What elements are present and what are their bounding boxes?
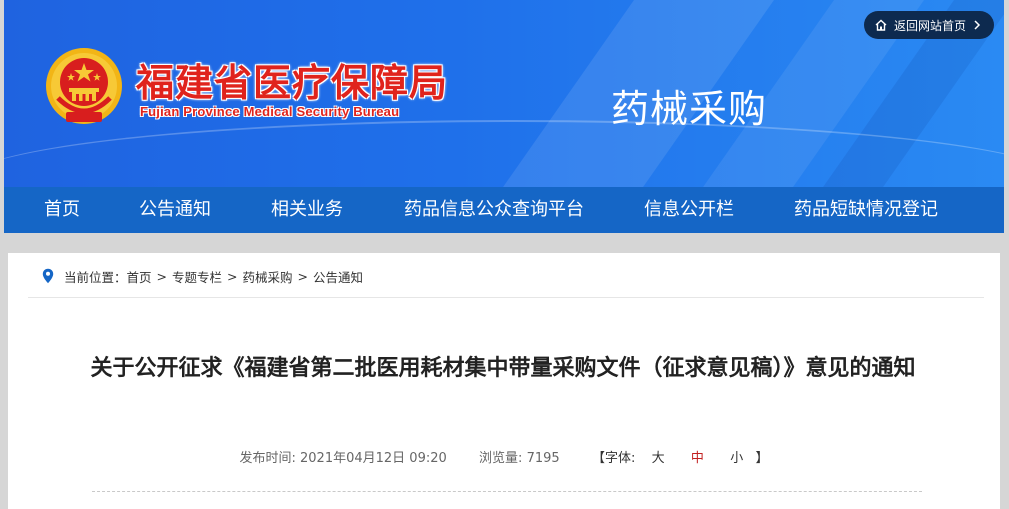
publish-time: 2021年04月12日 09:20 bbox=[300, 451, 447, 466]
org-subtitle: Fujian Province Medical Security Bureau bbox=[140, 104, 400, 119]
font-size-label: 【字体: bbox=[591, 451, 636, 466]
nav-item-drug-query[interactable]: 药品信息公众查询平台 bbox=[404, 187, 584, 233]
breadcrumb-separator: > bbox=[156, 268, 168, 284]
breadcrumb-link-notices[interactable]: 公告通知 bbox=[313, 267, 363, 286]
nav-item-shortage-registration[interactable]: 药品短缺情况登记 bbox=[794, 187, 938, 233]
breadcrumb-link-special[interactable]: 专题专栏 bbox=[172, 267, 222, 286]
breadcrumb: 当前位置： 首页 > 专题专栏 > 药械采购 > 公告通知 bbox=[42, 267, 363, 285]
section-title: 药械采购 bbox=[611, 87, 768, 131]
breadcrumb-divider bbox=[28, 297, 984, 298]
meta-divider bbox=[92, 491, 922, 492]
article-meta: 发布时间: 2021年04月12日 09:20 浏览量: 7195 【字体: 大… bbox=[8, 447, 1000, 466]
font-medium-button[interactable]: 中 bbox=[691, 447, 704, 466]
page: 返回网站首页 福建省医疗保障局 Fujian Province Medical … bbox=[4, 0, 1004, 509]
org-title: 福建省医疗保障局 bbox=[136, 60, 449, 105]
font-large-button[interactable]: 大 bbox=[652, 447, 665, 466]
nav-item-notices[interactable]: 公告通知 bbox=[139, 187, 211, 233]
chevron-right-icon bbox=[974, 20, 981, 30]
nav-item-disclosure[interactable]: 信息公开栏 bbox=[644, 187, 734, 233]
main-nav: 首页 公告通知 相关业务 药品信息公众查询平台 信息公开栏 药品短缺情况登记 bbox=[4, 187, 1004, 233]
article-title: 关于公开征求《福建省第二批医用耗材集中带量采购文件（征求意见稿）》意见的通知 bbox=[90, 356, 916, 381]
breadcrumb-separator: > bbox=[297, 268, 309, 284]
national-emblem-logo bbox=[46, 48, 122, 124]
back-home-button[interactable]: 返回网站首页 bbox=[863, 11, 994, 39]
nav-item-business[interactable]: 相关业务 bbox=[271, 187, 343, 233]
font-small-button[interactable]: 小 bbox=[730, 447, 743, 466]
publish-label: 发布时间: bbox=[239, 451, 296, 466]
views-count: 7195 bbox=[526, 451, 560, 466]
breadcrumb-link-home[interactable]: 首页 bbox=[127, 267, 152, 286]
banner-wave bbox=[4, 120, 1004, 187]
header-banner: 返回网站首页 福建省医疗保障局 Fujian Province Medical … bbox=[4, 0, 1004, 187]
content-card: 当前位置： 首页 > 专题专栏 > 药械采购 > 公告通知 关于公开征求《福建省… bbox=[8, 253, 1000, 509]
home-icon bbox=[875, 19, 887, 31]
location-pin-icon bbox=[42, 268, 54, 284]
breadcrumb-link-procurement[interactable]: 药械采购 bbox=[243, 267, 293, 286]
breadcrumb-separator: > bbox=[227, 268, 238, 284]
views-label: 浏览量: bbox=[479, 451, 523, 466]
font-size-close: 】 bbox=[755, 451, 769, 466]
breadcrumb-label: 当前位置： bbox=[64, 269, 127, 285]
nav-item-home[interactable]: 首页 bbox=[44, 187, 80, 233]
back-home-label: 返回网站首页 bbox=[893, 18, 966, 33]
